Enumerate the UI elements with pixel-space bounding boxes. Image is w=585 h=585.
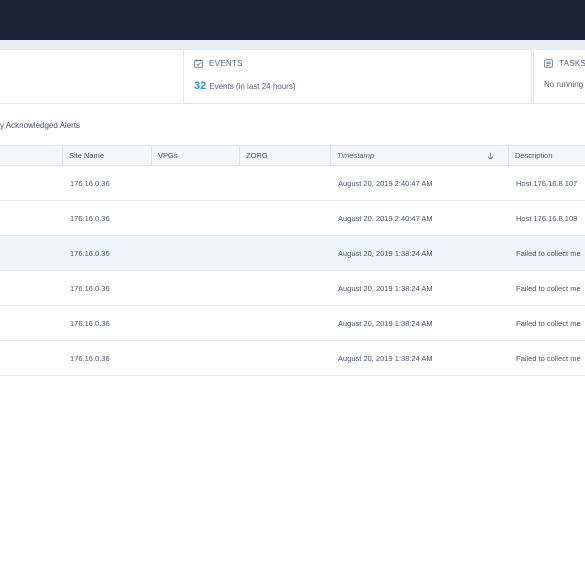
table-row[interactable]: 176.16.0.36 August 20, 2019 1:38:24 AM Fai… — [0, 236, 585, 271]
acknowledged-alerts-filter[interactable]: y Acknowledged Alerts — [0, 121, 80, 130]
cell-site-name: 176.16.0.36 — [70, 213, 110, 223]
cell-timestamp: August 20, 2019 1:38:24 AM — [338, 353, 433, 363]
calendar-check-icon — [194, 59, 203, 68]
cell-site-name: 176.16.0.36 — [70, 283, 110, 293]
cell-site-name: 176.16.0.36 — [70, 178, 110, 188]
tasks-icon — [544, 59, 553, 68]
events-count: 32 — [194, 80, 207, 92]
table-row[interactable]: 176.16.0.36 August 20, 2019 1:38:24 AM Fai… — [0, 271, 585, 306]
column-header-leading[interactable] — [0, 146, 63, 165]
column-header-zorg[interactable]: ZORG — [240, 146, 331, 165]
events-card-title: EVENTS — [209, 59, 243, 68]
cell-timestamp: August 20, 2019 1:38:24 AM — [338, 248, 433, 258]
tasks-card-value: No running — [544, 80, 584, 89]
tasks-card-title: TASKS — [559, 59, 585, 68]
column-header-vpgs[interactable]: VPGs — [152, 146, 240, 165]
cell-description: Failed to collect me — [516, 318, 581, 328]
cell-description: Host 176.16.8.107 — [516, 178, 578, 188]
events-summary-card[interactable]: EVENTS 32 Events (in last 24 hours) — [183, 50, 532, 104]
tasks-card-header: TASKS — [544, 59, 585, 68]
cell-timestamp: August 20, 2019 2:40:47 AM — [338, 213, 433, 223]
cell-timestamp: August 20, 2019 2:40:47 AM — [338, 178, 433, 188]
tasks-summary-card[interactable]: TASKS No running — [533, 50, 585, 104]
table-row[interactable]: 176.16.0.36 August 20, 2019 1:38:24 AM Fai… — [0, 341, 585, 376]
cell-timestamp: August 20, 2019 1:38:24 AM — [338, 283, 433, 293]
column-header-timestamp[interactable]: Timestamp — [331, 146, 509, 165]
events-card-header: EVENTS — [194, 59, 243, 68]
cell-description: Failed to collect me — [516, 248, 581, 258]
cell-description: Failed to collect me — [516, 353, 581, 363]
arrow-down-icon[interactable] — [487, 152, 494, 162]
top-navigation-bar — [0, 0, 585, 40]
cell-description: Failed to collect me — [516, 283, 581, 293]
sub-navigation-strip — [0, 40, 585, 50]
column-header-timestamp-label: Timestamp — [337, 151, 375, 160]
column-header-description[interactable]: Description — [509, 146, 585, 165]
cell-site-name: 176.16.0.36 — [70, 318, 110, 328]
events-card-value: 32 Events (in last 24 hours) — [194, 80, 296, 92]
cell-timestamp: August 20, 2019 1:38:24 AM — [338, 318, 433, 328]
alerts-table-header: Site Name VPGs ZORG Timestamp Descriptio… — [0, 145, 585, 166]
cell-description: Host 176.16.8.108 — [516, 213, 578, 223]
cell-site-name: 176.16.0.36 — [70, 248, 110, 258]
cell-site-name: 176.16.0.36 — [70, 353, 110, 363]
table-row[interactable]: 176.16.0.36 August 20, 2019 1:38:24 AM Fai… — [0, 306, 585, 341]
table-row[interactable]: 176.16.0.36 August 20, 2019 2:40:47 AM Hos… — [0, 166, 585, 201]
table-row[interactable]: 176.16.0.36 August 20, 2019 2:40:47 AM Hos… — [0, 201, 585, 236]
events-count-suffix: Events (in last 24 hours) — [209, 82, 296, 91]
column-header-site-name[interactable]: Site Name — [63, 146, 152, 165]
